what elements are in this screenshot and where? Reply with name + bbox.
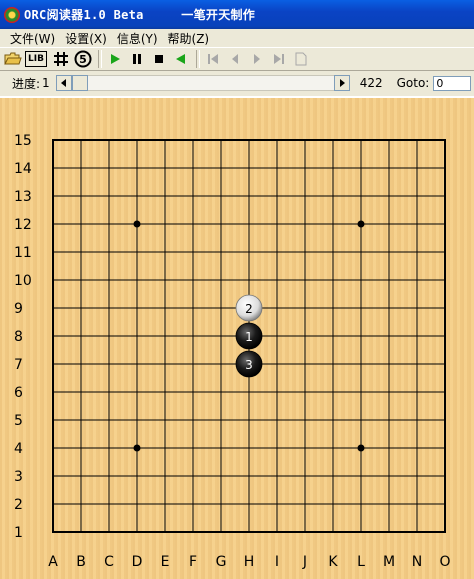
- column-label: C: [104, 554, 114, 570]
- board-area: 15 14 13 12 11 10 9 8 7 6 5 4 3 2 1 A B C D E F G H I J K L M N O 2 1 3: [0, 96, 474, 579]
- row-label: 8: [14, 329, 23, 345]
- skip-to-end-icon: [274, 54, 284, 64]
- progress-row: 进度: 1 422 Goto:: [0, 72, 474, 94]
- slider-right-arrow[interactable]: [333, 75, 350, 91]
- column-label: F: [189, 554, 197, 570]
- first-move-button[interactable]: [203, 49, 223, 69]
- column-label: K: [328, 554, 338, 570]
- column-label: N: [412, 554, 422, 570]
- row-label: 3: [14, 469, 23, 485]
- column-label: L: [357, 554, 365, 570]
- app-icon: [4, 6, 20, 23]
- row-label: 4: [14, 441, 23, 457]
- column-label: G: [216, 554, 227, 570]
- previous-move-button[interactable]: [225, 49, 245, 69]
- row-label: 10: [14, 273, 32, 289]
- play-back-icon: [176, 54, 185, 64]
- toolbar-separator: [196, 50, 200, 68]
- progress-total: 422: [359, 76, 383, 90]
- go-board[interactable]: 151413121110987654321A B C D E F G H I J K L M N O213: [0, 98, 474, 579]
- row-label: 6: [14, 385, 23, 401]
- arrow-right-icon: [339, 79, 345, 87]
- last-move-button[interactable]: [269, 49, 289, 69]
- step-back-icon: [232, 54, 238, 64]
- title-bar: ORC阅读器1.0 Beta 一笔开天制作: [0, 0, 474, 29]
- menu-settings[interactable]: 设置(X): [61, 30, 113, 47]
- grid-icon: [54, 52, 68, 66]
- row-label: 11: [14, 245, 32, 261]
- goto-label: Goto:: [396, 76, 430, 90]
- move-number-label: 5: [79, 53, 87, 66]
- column-label: E: [161, 554, 170, 570]
- row-label: 5: [14, 413, 23, 429]
- numbered-circle-icon: 5: [74, 50, 92, 68]
- stone-move-number: 1: [245, 330, 253, 344]
- column-label: D: [132, 554, 143, 570]
- play-button[interactable]: [105, 49, 125, 69]
- column-label: H: [244, 554, 255, 570]
- toolbar: LIB 5: [0, 47, 474, 71]
- menu-info[interactable]: 信息(Y): [113, 30, 164, 47]
- notes-button[interactable]: [291, 49, 311, 69]
- move-number-button[interactable]: 5: [73, 49, 93, 69]
- stone-move-number: 2: [245, 302, 253, 316]
- row-label: 1: [14, 525, 23, 541]
- column-label: J: [302, 554, 307, 570]
- goto-input[interactable]: [433, 75, 472, 91]
- arrow-left-icon: [60, 79, 66, 87]
- menu-bar: 文件(W) 设置(X) 信息(Y) 帮助(Z): [0, 29, 474, 47]
- column-label: A: [48, 554, 58, 570]
- row-label: 9: [14, 301, 23, 317]
- toolbar-separator: [98, 50, 102, 68]
- row-label: 13: [14, 189, 32, 205]
- column-label: O: [439, 554, 450, 570]
- row-label: 7: [14, 357, 23, 373]
- star-point: [357, 444, 365, 452]
- stop-button[interactable]: [149, 49, 169, 69]
- column-label: I: [275, 554, 279, 570]
- row-label: 12: [14, 217, 32, 233]
- folder-open-icon: [4, 52, 22, 65]
- move-slider[interactable]: [55, 75, 350, 91]
- menu-help[interactable]: 帮助(Z): [164, 30, 216, 47]
- stop-icon: [155, 55, 163, 63]
- star-point: [357, 220, 365, 228]
- progress-label: 进度:: [12, 76, 41, 91]
- star-point: [133, 444, 141, 452]
- library-button[interactable]: LIB: [25, 51, 47, 67]
- play-icon: [111, 54, 120, 64]
- step-forward-icon: [254, 54, 260, 64]
- column-label: M: [383, 554, 395, 570]
- orc-reader-window: ORC阅读器1.0 Beta 一笔开天制作 文件(W) 设置(X) 信息(Y) …: [0, 0, 474, 579]
- pause-button[interactable]: [127, 49, 147, 69]
- stone-move-number: 3: [245, 358, 253, 372]
- window-title: ORC阅读器1.0 Beta 一笔开天制作: [24, 8, 256, 22]
- grid-toggle-button[interactable]: [51, 49, 71, 69]
- skip-to-start-icon: [208, 54, 218, 64]
- pause-icon: [133, 54, 141, 64]
- star-point: [133, 220, 141, 228]
- row-label: 2: [14, 497, 23, 513]
- progress-current-value: 1: [42, 76, 50, 90]
- slider-thumb[interactable]: [71, 75, 88, 91]
- next-move-button[interactable]: [247, 49, 267, 69]
- slider-left-arrow[interactable]: [55, 75, 72, 91]
- open-folder-button[interactable]: [3, 49, 23, 69]
- column-label: B: [76, 554, 86, 570]
- row-label: 14: [14, 161, 32, 177]
- document-icon: [295, 52, 307, 66]
- row-label: 15: [14, 133, 32, 149]
- menu-file[interactable]: 文件(W): [6, 30, 61, 47]
- play-backward-button[interactable]: [171, 49, 191, 69]
